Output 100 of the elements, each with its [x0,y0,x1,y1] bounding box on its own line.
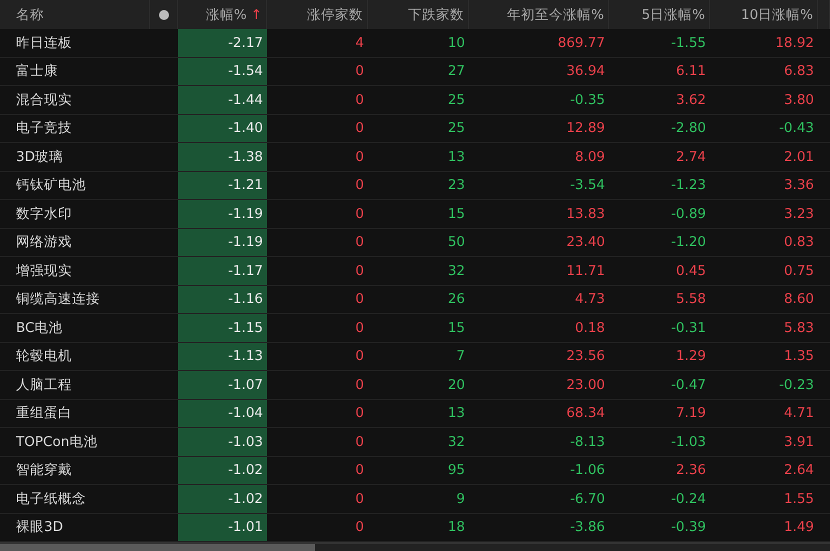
table-cell: 13 [448,148,465,165]
table-cell: 数字水印 [16,204,72,223]
table-cell: 0.18 [574,320,605,336]
table-cell: 0.45 [676,262,706,279]
table-cell: 重组蛋白 [16,404,72,422]
table-cell: 3.23 [784,206,814,222]
table-cell: -1.20 [671,234,706,250]
table-cell: -1.15 [178,314,267,342]
table-cell: 3.80 [784,92,814,108]
table-cell: 0.75 [784,262,814,279]
column-header[interactable]: 10日涨幅% [740,6,813,24]
table-cell: 50 [448,234,465,250]
table-cell: 1.29 [676,348,706,364]
table-cell: 0 [355,490,364,507]
table-cell: -1.17 [178,257,267,284]
table-cell: -1.03 [178,428,267,456]
table-cell: -2.80 [671,120,706,136]
table-cell: 人脑工程 [16,376,72,394]
column-header[interactable]: 涨停家数 [307,6,363,24]
table-cell: -3.86 [570,519,605,536]
dot-icon[interactable] [158,10,168,20]
table-cell: 昨日连板 [16,34,72,52]
table-cell: 32 [448,262,465,279]
table-cell: 2.74 [676,148,706,165]
table-cell: 0 [355,262,364,279]
table-cell: -1.02 [178,456,267,484]
table-cell: 铜缆高速连接 [16,290,100,308]
table-cell: 0 [355,376,364,393]
table-cell: 9 [456,490,465,507]
table-cell: 3.36 [784,177,814,194]
table-cell: 5.58 [676,291,706,308]
table-cell: -6.70 [570,490,605,507]
table-cell: 27 [448,63,465,80]
table-cell: -0.39 [671,519,706,536]
table-cell: -1.54 [178,58,267,85]
table-cell: 2.01 [784,148,814,165]
table-cell: TOPCon电池 [16,432,98,451]
table-cell: -1.04 [178,400,267,427]
table-cell: 0.83 [784,234,814,250]
table-cell: 15 [448,206,465,222]
table-cell: 智能穿戴 [16,461,72,480]
table-cell: 2.36 [676,462,706,478]
table-cell: -1.19 [178,200,267,228]
table-cell: 15 [448,320,465,336]
table-cell: 7.19 [676,405,706,422]
column-header[interactable]: 涨幅% [206,6,247,24]
table-cell: -1.38 [178,143,267,170]
table-cell: 3.62 [676,92,706,108]
table-cell: -1.21 [178,172,267,199]
column-header[interactable]: 年初至今涨幅% [507,6,604,24]
table-cell: -1.40 [178,114,267,142]
table-cell: 0 [355,348,364,364]
table-cell: 26 [448,291,465,308]
table-cell: -1.02 [178,485,267,512]
table-cell: 裸眼3D [16,518,63,536]
table-cell: 25 [448,120,465,136]
table-cell: 18.92 [775,34,814,51]
table-cell: 36.94 [566,63,605,80]
column-header[interactable]: 下跌家数 [408,6,464,24]
table-cell: -0.31 [671,320,706,336]
table-cell: 4.71 [784,405,814,422]
column-header[interactable]: 名称 [16,6,44,24]
table-cell: 7 [456,348,465,364]
table-cell: 0 [355,434,364,450]
table-cell: 11.71 [566,262,605,279]
table-cell: 网络游戏 [16,233,72,252]
table-cell: 2.64 [784,462,814,478]
table-cell: 68.34 [566,405,605,422]
table-cell: 增强现实 [16,262,72,280]
table-cell: -1.03 [671,434,706,450]
table-cell: 电子竞技 [16,119,72,138]
table-cell: 0 [355,63,364,80]
table-cell: 25 [448,92,465,108]
table-cell: 23.00 [566,376,605,393]
table-cell: BC电池 [16,318,62,337]
table-cell: 4.73 [574,291,605,308]
table-cell: 0 [355,206,364,222]
table-cell: 0 [355,320,364,336]
table-cell: -1.01 [178,514,267,541]
table-cell: -1.23 [671,177,706,194]
table-cell: 12.89 [566,120,605,136]
table-cell: 20 [448,376,465,393]
table-cell: 13 [448,405,465,422]
table-cell: 0 [355,291,364,308]
table-cell: -1.06 [570,462,605,478]
table-cell: 1.55 [784,490,814,507]
table-cell: 0 [355,519,364,536]
table-cell: 8.09 [574,148,605,165]
table-cell: -1.44 [178,86,267,114]
table-cell: 0 [355,120,364,136]
table-cell: 0 [355,177,364,194]
table-cell: -0.35 [570,92,605,108]
table-cell: 23.40 [566,234,605,250]
table-cell: 1.49 [784,519,814,536]
table-cell: 混合现实 [16,90,72,109]
table-cell: -0.23 [779,376,814,393]
table-cell: 电子纸概念 [16,490,86,508]
column-header[interactable]: 5日涨幅% [642,6,705,24]
scrollbar-thumb[interactable] [0,544,315,551]
table-cell: -1.07 [178,371,267,398]
